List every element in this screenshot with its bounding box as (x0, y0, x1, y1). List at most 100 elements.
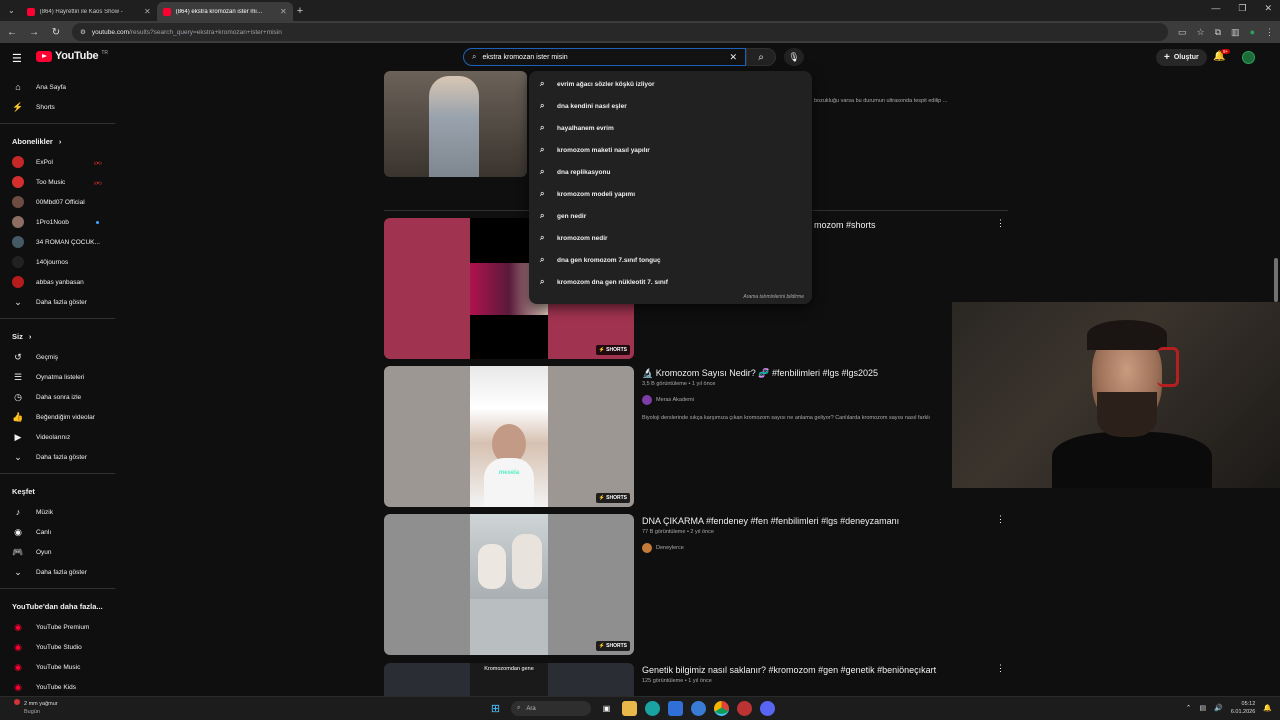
search-suggestion[interactable]: ⌕ evrim ağacı sözler köşkü izliyor (529, 73, 812, 95)
tab-kaos-show[interactable]: (864) Hayrettin ile Kaos Show - ✕ (21, 2, 157, 21)
volume-icon[interactable]: 🔊 (1214, 704, 1223, 712)
search-button[interactable]: ⌕ (746, 48, 776, 66)
store-icon[interactable] (668, 701, 683, 716)
sidebar-item-geçmiş[interactable]: ↺ Geçmiş (0, 347, 118, 367)
reload-icon[interactable]: ↻ (50, 27, 62, 38)
search-suggestion[interactable]: ⌕ dna replikasyonu (529, 161, 812, 183)
profile-icon[interactable]: ● (1250, 27, 1255, 37)
close-tab-icon[interactable]: ✕ (144, 7, 151, 16)
forward-icon[interactable]: → (28, 27, 40, 38)
tray-chevron-icon[interactable]: ⌃ (1186, 704, 1192, 712)
sidebar-item-daha-fazla-göster[interactable]: ⌄ Daha fazla göster (0, 447, 118, 467)
tab-search-results[interactable]: (864) ekstra kromozan ister mi… ✕ (156, 2, 293, 21)
search-suggestion[interactable]: ⌕ gen nedir (529, 205, 812, 227)
voice-search-button[interactable]: 🎙 (784, 48, 804, 66)
sidebar-item-oyun[interactable]: 🎮 Oyun (0, 542, 118, 562)
new-tab-button[interactable]: + (297, 5, 303, 17)
video-title[interactable]: DNA ÇIKARMA #fendeney #fen #fenbilimleri… (642, 516, 899, 526)
report-suggestions-link[interactable]: Arama tahminlerini bildirme (743, 294, 804, 300)
sidebar-item-34-roman-çocuk[interactable]: 34 ROMAN ÇOCUK... (0, 232, 118, 252)
more-actions-icon[interactable]: ⋮ (996, 663, 1005, 674)
site-info-icon[interactable]: ⚙ (80, 28, 86, 36)
sidebar-item-00mbd07-official[interactable]: 00Mbd07 Official (0, 192, 118, 212)
youtube-favicon-icon (26, 7, 35, 16)
chrome-icon[interactable] (714, 701, 729, 716)
sidebar-toggle-icon[interactable]: ▥ (1231, 27, 1240, 38)
channel-link[interactable]: Meras Akademi (642, 395, 694, 405)
weather-widget[interactable]: 2 mm yağmur Bugün (24, 700, 58, 716)
maximize-icon[interactable]: ❐ (1238, 3, 1246, 14)
discord-icon[interactable] (760, 701, 775, 716)
youtube-logo[interactable]: YouTube TR (36, 50, 108, 62)
sidebar-item-oynatma-listeleri[interactable]: ☰ Oynatma listeleri (0, 367, 118, 387)
sidebar-item-140journos[interactable]: 140journos (0, 252, 118, 272)
app-icon[interactable] (691, 701, 706, 716)
search-suggestion[interactable]: ⌕ kromozom maketi nasıl yapılır (529, 139, 812, 161)
search-icon: ⌕ (540, 277, 545, 286)
chevron-right-icon: › (58, 136, 62, 146)
notifications-icon[interactable]: 🔔 (1263, 704, 1272, 712)
sidebar-item-youtube-music[interactable]: ◉ YouTube Music (0, 657, 118, 677)
close-window-icon[interactable]: ✕ (1264, 3, 1272, 14)
clear-search-icon[interactable]: ✕ (729, 52, 737, 63)
video-thumbnail[interactable] (384, 71, 527, 177)
sidebar-item-home[interactable]: ⌂ Ana Sayfa (0, 77, 118, 97)
search-suggestion[interactable]: ⌕ kromozom nedir (529, 227, 812, 249)
tab-actions-icon[interactable]: ⌄ (8, 6, 15, 15)
you-heading[interactable]: Siz › (0, 325, 118, 347)
menu-hamburger-icon[interactable]: ☰ (12, 52, 22, 65)
url-field[interactable]: ⚙ youtube.com/results?search_query=ekstr… (72, 23, 1169, 41)
game-app-icon[interactable] (737, 701, 752, 716)
more-actions-icon[interactable]: ⋮ (996, 514, 1005, 525)
windows-start-icon[interactable]: ⊞ (488, 701, 503, 716)
file-explorer-icon[interactable] (622, 701, 637, 716)
account-avatar[interactable] (1242, 51, 1255, 64)
video-title[interactable]: mozom #shorts (814, 220, 876, 230)
bookmark-star-icon[interactable]: ☆ (1197, 27, 1205, 38)
shorts-thumbnail[interactable]: ⚡ SHORTS (384, 514, 634, 655)
cast-icon[interactable]: ▭ (1178, 27, 1187, 38)
back-icon[interactable]: ← (6, 27, 18, 38)
sidebar-item-1pro1noob[interactable]: 1Pro1Noob (0, 212, 118, 232)
sidebar-item-beğendiğim-videolar[interactable]: 👍 Beğendiğim videolar (0, 407, 118, 427)
network-icon[interactable]: ▤ (1199, 704, 1206, 712)
page-scrollbar[interactable] (1274, 258, 1278, 302)
sidebar-item-daha-sonra-izle[interactable]: ◷ Daha sonra izle (0, 387, 118, 407)
sidebar-item-too-music[interactable]: Too Music ((●)) (0, 172, 118, 192)
sidebar-item-youtube-premium[interactable]: ◉ YouTube Premium (0, 617, 118, 637)
browser-menu-icon[interactable]: ⋮ (1265, 27, 1274, 38)
window-controls: — ❐ ✕ (1211, 3, 1272, 14)
shorts-thumbnail[interactable]: mesela ⚡ SHORTS (384, 366, 634, 507)
video-title[interactable]: Genetik bilgimiz nasıl saklanır? #kromoz… (642, 665, 936, 675)
search-suggestion[interactable]: ⌕ dna kendini nasıl eşler (529, 95, 812, 117)
sidebar-item-daha-fazla-göster[interactable]: ⌄ Daha fazla göster (0, 292, 118, 312)
shorts-thumbnail[interactable]: Kromozomdan gene (384, 663, 634, 696)
search-suggestion[interactable]: ⌕ kromozom modeli yapımı (529, 183, 812, 205)
edge-icon[interactable] (645, 701, 660, 716)
minimize-icon[interactable]: — (1211, 3, 1220, 14)
task-view-icon[interactable]: ▣ (599, 701, 614, 716)
close-tab-icon[interactable]: ✕ (280, 7, 287, 16)
channel-link[interactable]: Deneylerce (642, 543, 684, 553)
extensions-icon[interactable]: ⧉ (1215, 27, 1221, 38)
search-input[interactable]: ⌕ ekstra kromozan ister misin ✕ (463, 48, 746, 66)
search-suggestion[interactable]: ⌕ kromozom dna gen nükleotit 7. sınıf (529, 271, 812, 293)
subscriptions-heading[interactable]: Abonelikler › (0, 130, 118, 152)
search-query-text[interactable]: ekstra kromozan ister misin (482, 54, 723, 61)
sidebar-item-youtube-studio[interactable]: ◉ YouTube Studio (0, 637, 118, 657)
create-button[interactable]: + Oluştur (1156, 49, 1207, 66)
taskbar-search[interactable]: ⌕ Ara (511, 701, 591, 716)
sidebar-item-shorts[interactable]: ⚡ Shorts (0, 97, 118, 117)
search-suggestion[interactable]: ⌕ dna gen kromozom 7.sınıf tonguç (529, 249, 812, 271)
taskbar-clock[interactable]: 05:12 6.01.2026 (1231, 700, 1255, 716)
sidebar-item-abbas-yanbasan[interactable]: abbas yanbasan (0, 272, 118, 292)
sidebar-item-expol[interactable]: ExPol ((●)) (0, 152, 118, 172)
video-title[interactable]: 🔬 Kromozom Sayısı Nedir? 🧬 #fenbilimleri… (642, 368, 878, 379)
sidebar-item-videolarınız[interactable]: ▶ Videolarınız (0, 427, 118, 447)
sidebar-item-daha-fazla-göster[interactable]: ⌄ Daha fazla göster (0, 562, 118, 582)
search-suggestion[interactable]: ⌕ hayalhanem evrim (529, 117, 812, 139)
sidebar-item-canlı[interactable]: ◉ Canlı (0, 522, 118, 542)
more-actions-icon[interactable]: ⋮ (996, 218, 1005, 229)
sidebar-item-müzik[interactable]: ♪ Müzik (0, 502, 118, 522)
sidebar-item-youtube-kids[interactable]: ◉ YouTube Kids (0, 677, 118, 696)
